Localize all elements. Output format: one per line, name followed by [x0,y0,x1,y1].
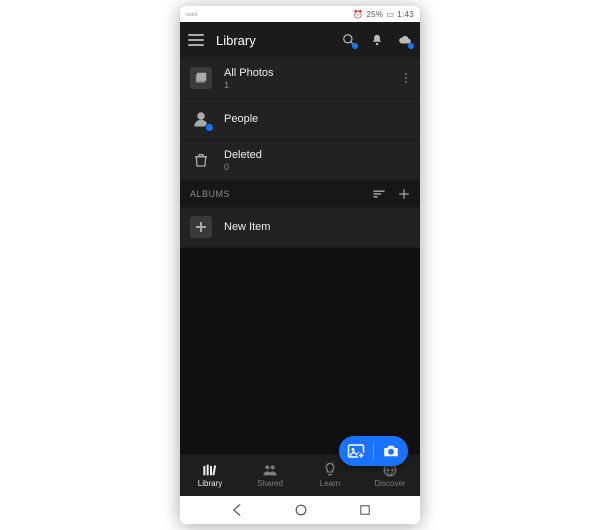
app-content: Library [180,22,420,496]
status-time: 1:43 [397,10,414,19]
add-image-icon [347,443,365,459]
shared-icon [262,463,278,477]
status-battery-text: 25% [366,10,383,19]
all-photos-row[interactable]: All Photos 1 [180,58,420,99]
recents-button[interactable] [358,503,372,517]
camera-icon [382,444,400,458]
search-icon[interactable] [342,33,356,47]
deleted-label: Deleted [224,149,262,161]
app-top-bar: Library [180,22,420,58]
status-network-icon: ▫▫▫▫ [186,10,197,19]
back-button[interactable] [229,502,245,518]
status-bar: ▫▫▫▫ ⏰ 25% ▭ 1:43 [180,6,420,22]
android-nav-bar [180,496,420,524]
new-item-row[interactable]: New Item [180,207,420,248]
tab-discover-label: Discover [374,479,405,488]
albums-section-label: ALBUMS [190,189,230,199]
empty-area [180,248,420,453]
status-battery-icon: ▭ [386,10,394,19]
deleted-row[interactable]: Deleted 0 [180,140,420,181]
learn-icon [322,463,338,477]
library-icon [202,463,218,477]
sort-icon[interactable] [372,188,386,200]
new-item-label: New Item [224,221,270,233]
tab-shared[interactable]: Shared [240,454,300,496]
cloud-sync-icon[interactable] [398,33,412,47]
albums-section-header: ALBUMS [180,181,420,207]
add-photo-fab[interactable] [339,436,408,466]
status-alarm-icon: ⏰ [353,10,363,19]
more-icon[interactable] [402,73,410,83]
library-list: All Photos 1 People Delete [180,58,420,248]
notifications-icon[interactable] [370,33,384,47]
tab-library[interactable]: Library [180,454,240,496]
trash-icon [190,149,212,171]
people-row[interactable]: People [180,99,420,140]
all-photos-label: All Photos [224,67,274,79]
page-title: Library [216,33,256,48]
photo-stack-icon [190,67,212,89]
people-label: People [224,113,258,125]
menu-icon[interactable] [188,34,204,46]
add-album-icon[interactable] [398,188,410,200]
all-photos-count: 1 [224,80,274,90]
phone-frame: ▫▫▫▫ ⏰ 25% ▭ 1:43 Library [180,6,420,524]
people-icon [190,108,212,130]
tab-learn-label: Learn [320,479,340,488]
tab-shared-label: Shared [257,479,283,488]
deleted-count: 0 [224,162,262,172]
plus-icon [190,216,212,238]
tab-library-label: Library [198,479,222,488]
home-button[interactable] [293,502,309,518]
